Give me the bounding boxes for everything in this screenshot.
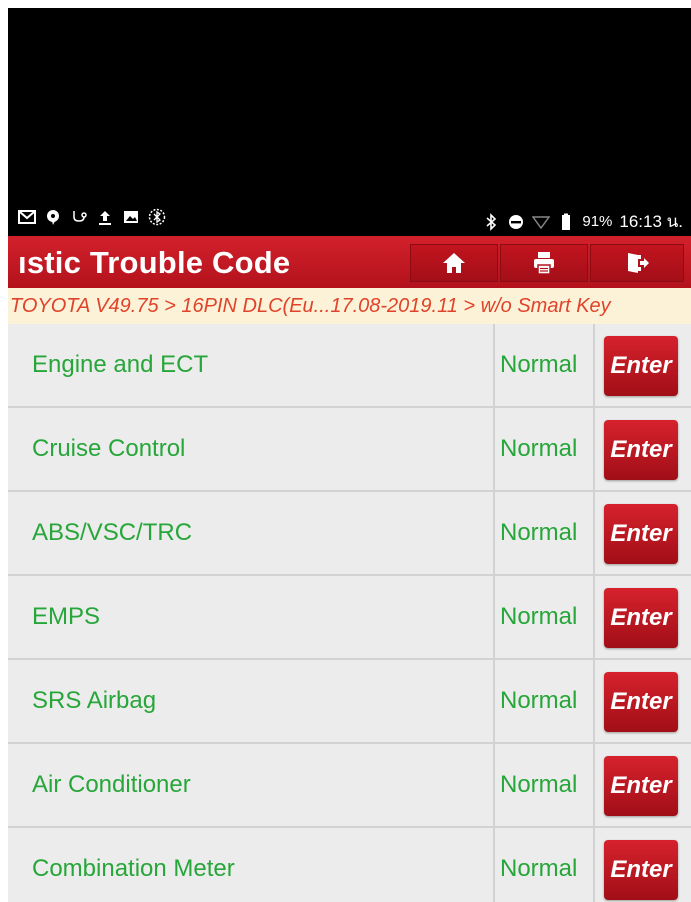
list-item: Air Conditioner Normal Enter	[8, 744, 691, 828]
system-list: Engine and ECT Normal Enter Cruise Contr…	[8, 324, 691, 902]
enter-button[interactable]: Enter	[604, 672, 678, 732]
page-title: ıstic Trouble Code	[18, 245, 291, 280]
list-item: EMPS Normal Enter	[8, 576, 691, 660]
system-name: SRS Airbag	[32, 687, 157, 714]
image-icon	[122, 208, 140, 226]
status-text: Normal	[500, 855, 578, 882]
exit-button[interactable]	[590, 244, 684, 282]
enter-button[interactable]: Enter	[604, 756, 678, 816]
system-name: Engine and ECT	[32, 351, 209, 378]
exit-icon	[624, 250, 650, 276]
status-text: Normal	[500, 603, 578, 630]
list-item: SRS Airbag Normal Enter	[8, 660, 691, 744]
system-name: Combination Meter	[32, 855, 235, 882]
column-divider	[593, 324, 595, 406]
battery-percentage: 91%	[582, 213, 613, 230]
system-name: ABS/VSC/TRC	[32, 519, 193, 546]
chat-icon	[44, 208, 62, 226]
enter-button[interactable]: Enter	[604, 336, 678, 396]
usb-debug-icon	[70, 208, 88, 226]
enter-button[interactable]: Enter	[604, 840, 678, 900]
clock: 16:13 น.	[619, 212, 683, 231]
upload-icon	[96, 208, 114, 226]
do-not-disturb-icon	[507, 213, 525, 231]
column-divider	[493, 576, 495, 658]
enter-button[interactable]: Enter	[604, 420, 678, 480]
system-name: Air Conditioner	[32, 771, 191, 798]
black-area	[8, 8, 691, 202]
list-item: Combination Meter Normal Enter	[8, 828, 691, 902]
status-text: Normal	[500, 771, 578, 798]
status-text: Normal	[500, 435, 578, 462]
bluetooth-icon	[482, 212, 500, 231]
home-icon	[441, 250, 467, 276]
system-name: Cruise Control	[32, 435, 186, 462]
column-divider	[493, 408, 495, 490]
list-item: Cruise Control Normal Enter	[8, 408, 691, 492]
status-text: Normal	[500, 519, 578, 546]
column-divider	[493, 828, 495, 902]
status-text: Normal	[500, 351, 578, 378]
column-divider	[493, 660, 495, 742]
column-divider	[493, 744, 495, 826]
list-item: ABS/VSC/TRC Normal Enter	[8, 492, 691, 576]
enter-button[interactable]: Enter	[604, 504, 678, 564]
column-divider	[593, 828, 595, 902]
wifi-icon	[532, 213, 551, 231]
column-divider	[593, 744, 595, 826]
enter-button[interactable]: Enter	[604, 588, 678, 648]
title-bar: ıstic Trouble Code	[8, 236, 691, 288]
bluetooth-circle-icon	[148, 208, 166, 226]
status-bar: 91% 16:13 น.	[8, 202, 691, 236]
column-divider	[493, 492, 495, 574]
column-divider	[593, 660, 595, 742]
column-divider	[593, 492, 595, 574]
print-icon	[531, 250, 557, 276]
system-name: EMPS	[32, 603, 101, 630]
battery-icon	[557, 213, 575, 231]
column-divider	[593, 576, 595, 658]
breadcrumb: TOYOTA V49.75 > 16PIN DLC(Eu...17.08-201…	[8, 288, 691, 324]
screen: 91% 16:13 น. ıstic Trouble Code TOYOTA V…	[8, 8, 691, 902]
gmail-icon	[18, 208, 36, 226]
status-text: Normal	[500, 687, 578, 714]
list-item: Engine and ECT Normal Enter	[8, 324, 691, 408]
column-divider	[493, 324, 495, 406]
home-button[interactable]	[410, 244, 498, 282]
print-button[interactable]	[500, 244, 588, 282]
column-divider	[593, 408, 595, 490]
